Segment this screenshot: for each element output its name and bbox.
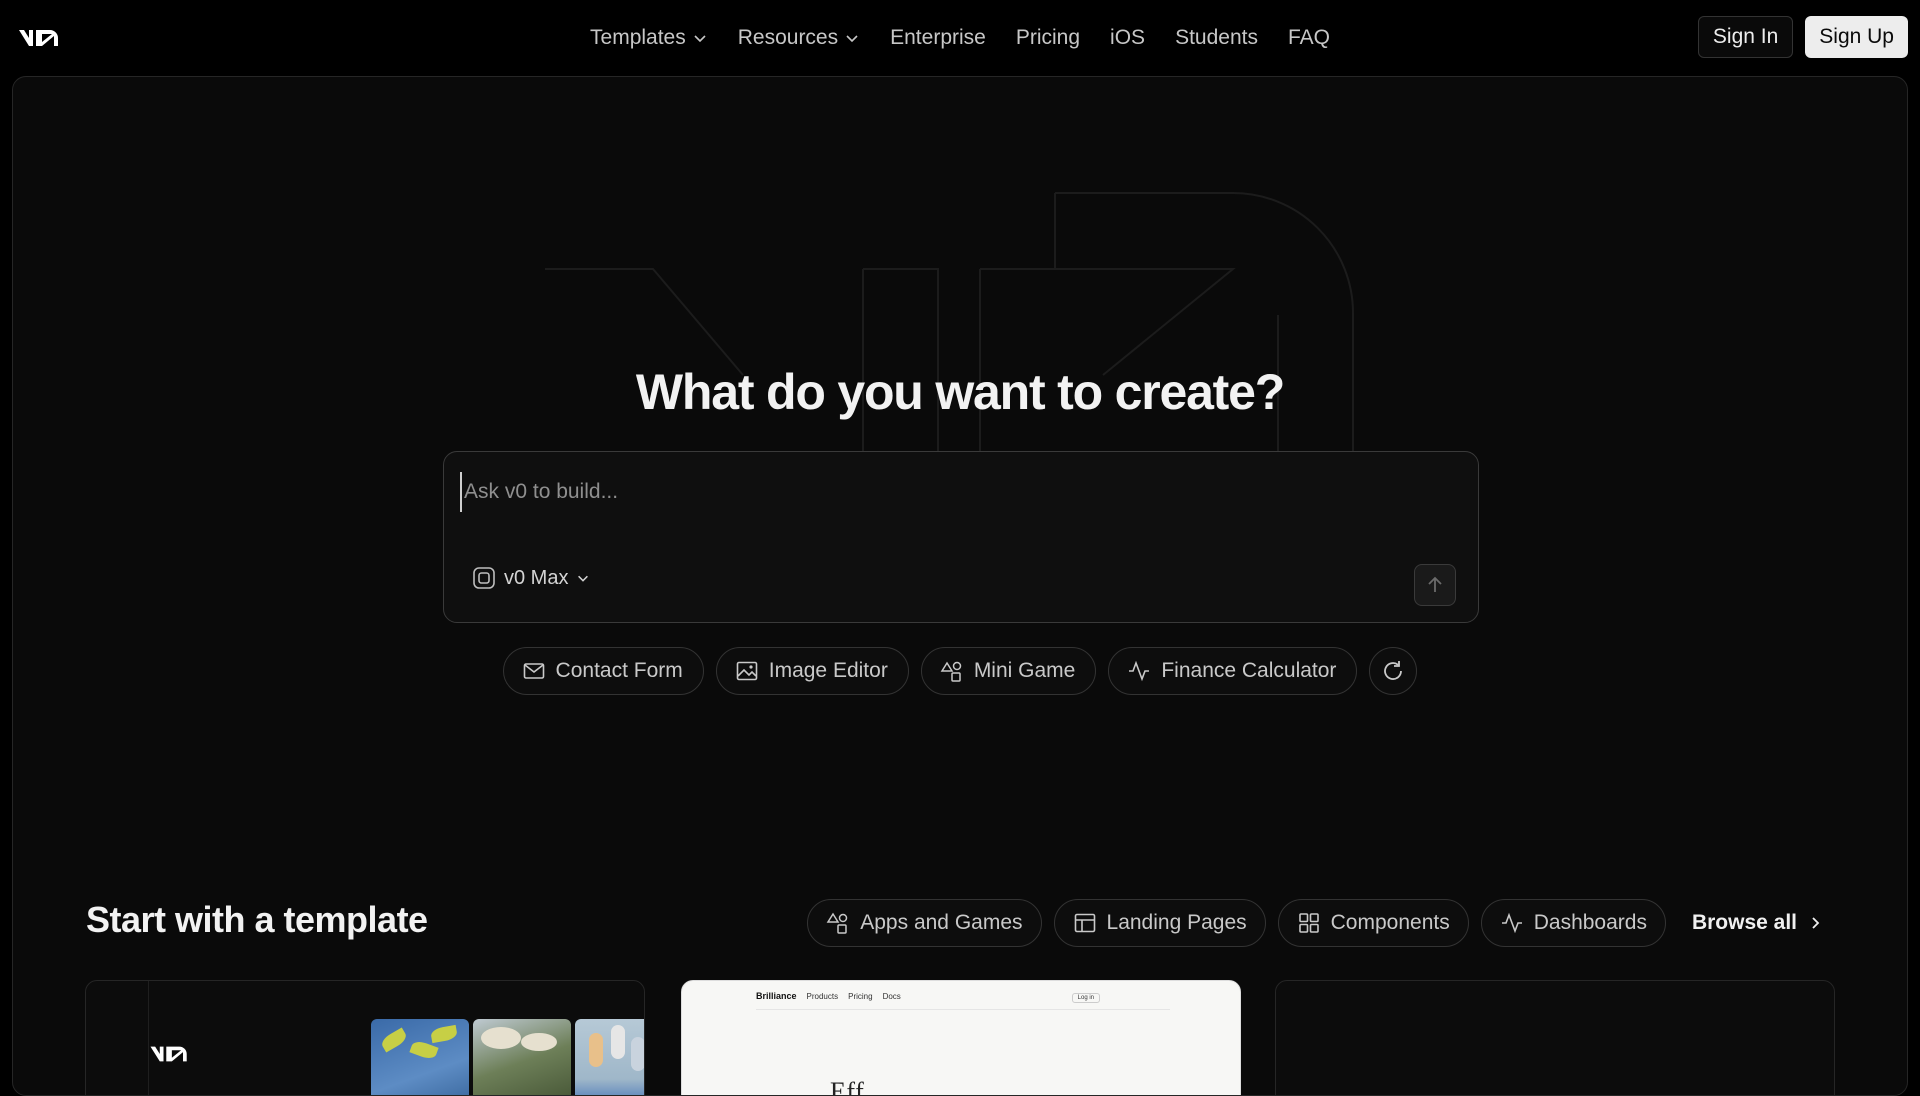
filter-label: Components	[1330, 911, 1450, 934]
nav-templates[interactable]: Templates	[575, 18, 723, 58]
pill-shape	[631, 1037, 644, 1071]
nav-pricing-label: Pricing	[1015, 26, 1081, 49]
nav-enterprise[interactable]: Enterprise	[875, 18, 1001, 58]
top-nav: Templates Resources Enterprise Pricing i…	[0, 0, 1920, 76]
template-card[interactable]	[1275, 980, 1835, 1095]
nav-pricing[interactable]: Pricing	[1001, 18, 1095, 58]
card-preview-nav-item: Docs	[882, 991, 901, 1001]
thumbnail-image	[473, 1019, 571, 1095]
model-label: v0 Max	[504, 566, 569, 589]
chip-mini-game[interactable]: Mini Game	[920, 647, 1097, 695]
image-icon	[736, 661, 758, 681]
card-preview-nav: Brilliance Products Pricing Docs	[756, 991, 901, 1001]
nav-resources[interactable]: Resources	[723, 18, 875, 58]
arrow-up-icon	[1428, 576, 1442, 592]
nav-resources-label: Resources	[737, 26, 839, 49]
card-divider	[148, 981, 149, 1095]
shapes-icon	[940, 661, 962, 682]
pill-shape	[589, 1033, 603, 1067]
template-filters: Apps and Games Landing Pages Components …	[807, 899, 1835, 947]
layout-icon	[1074, 913, 1095, 933]
browse-all-label: Browse all	[1691, 911, 1797, 934]
mail-icon	[523, 663, 544, 679]
filter-components[interactable]: Components	[1277, 899, 1469, 947]
activity-icon	[1129, 660, 1150, 682]
cloud-shape	[521, 1033, 557, 1051]
sign-up-button[interactable]: Sign Up	[1805, 16, 1908, 58]
model-icon	[473, 567, 495, 589]
nav-enterprise-label: Enterprise	[890, 26, 986, 49]
card-preview-divider	[756, 1009, 1170, 1010]
leaf-shape	[429, 1024, 459, 1044]
chevron-down-icon	[846, 35, 858, 43]
nav-ios[interactable]: iOS	[1095, 18, 1160, 58]
nav-links: Templates Resources Enterprise Pricing i…	[0, 0, 1920, 76]
nav-students[interactable]: Students	[1160, 18, 1273, 58]
shapes-icon	[826, 912, 848, 934]
template-card[interactable]	[85, 980, 645, 1095]
grid-icon	[1298, 913, 1319, 933]
refresh-icon	[1384, 661, 1403, 680]
filter-landing-pages[interactable]: Landing Pages	[1053, 899, 1266, 947]
filter-label: Apps and Games	[860, 911, 1023, 934]
thumbnail-image	[371, 1019, 469, 1095]
prompt-input[interactable]	[460, 472, 1440, 512]
template-card[interactable]: Brilliance Products Pricing Docs Log in …	[681, 980, 1241, 1095]
nav-faq-label: FAQ	[1287, 26, 1330, 49]
sign-in-button[interactable]: Sign In	[1697, 16, 1794, 58]
card-preview-button: Log in	[1071, 993, 1100, 1003]
auth-buttons: Sign In Sign Up	[1697, 16, 1908, 58]
chip-finance-calculator[interactable]: Finance Calculator	[1108, 647, 1358, 695]
thumbnail-image	[575, 1019, 644, 1095]
card-preview-brand: Brilliance	[756, 991, 797, 1001]
browse-all-link[interactable]: Browse all	[1678, 911, 1835, 935]
leaf-shape	[379, 1027, 409, 1053]
chip-label: Finance Calculator	[1161, 659, 1337, 682]
chevron-right-icon	[1812, 917, 1820, 929]
send-button[interactable]	[1414, 564, 1456, 606]
nav-students-label: Students	[1175, 26, 1258, 49]
filter-apps-and-games[interactable]: Apps and Games	[807, 899, 1042, 947]
prompt-box: v0 Max	[443, 451, 1479, 623]
chip-label: Image Editor	[768, 659, 888, 682]
chip-label: Contact Form	[555, 659, 683, 682]
chip-image-editor[interactable]: Image Editor	[715, 647, 909, 695]
v0-logo	[150, 1046, 187, 1062]
filter-label: Landing Pages	[1106, 911, 1247, 934]
card-preview-nav-item: Pricing	[848, 991, 873, 1001]
filter-dashboards[interactable]: Dashboards	[1480, 899, 1666, 947]
chip-label: Mini Game	[973, 659, 1076, 682]
chip-contact-form[interactable]: Contact Form	[502, 647, 704, 695]
nav-ios-label: iOS	[1110, 26, 1146, 49]
card-preview-nav-item: Products	[806, 991, 839, 1001]
nav-faq[interactable]: FAQ	[1273, 18, 1345, 58]
filter-label: Dashboards	[1533, 911, 1647, 934]
model-selector[interactable]: v0 Max	[472, 566, 590, 590]
chevron-down-icon	[694, 35, 706, 43]
cloud-shape	[481, 1027, 521, 1049]
hero-title: What do you want to create?	[635, 364, 1285, 420]
templates-heading: Start with a template	[86, 899, 428, 940]
nav-templates-label: Templates	[590, 26, 686, 49]
main-panel: What do you want to create? v0 Max Conta…	[12, 76, 1908, 1096]
activity-icon	[1501, 912, 1522, 934]
chevron-down-icon	[578, 575, 589, 582]
suggestion-chips: Contact Form Image Editor Mini Game Fina…	[13, 647, 1907, 695]
v0-logo[interactable]	[18, 24, 62, 52]
refresh-suggestions-button[interactable]	[1369, 647, 1418, 695]
pill-shape	[611, 1025, 625, 1059]
